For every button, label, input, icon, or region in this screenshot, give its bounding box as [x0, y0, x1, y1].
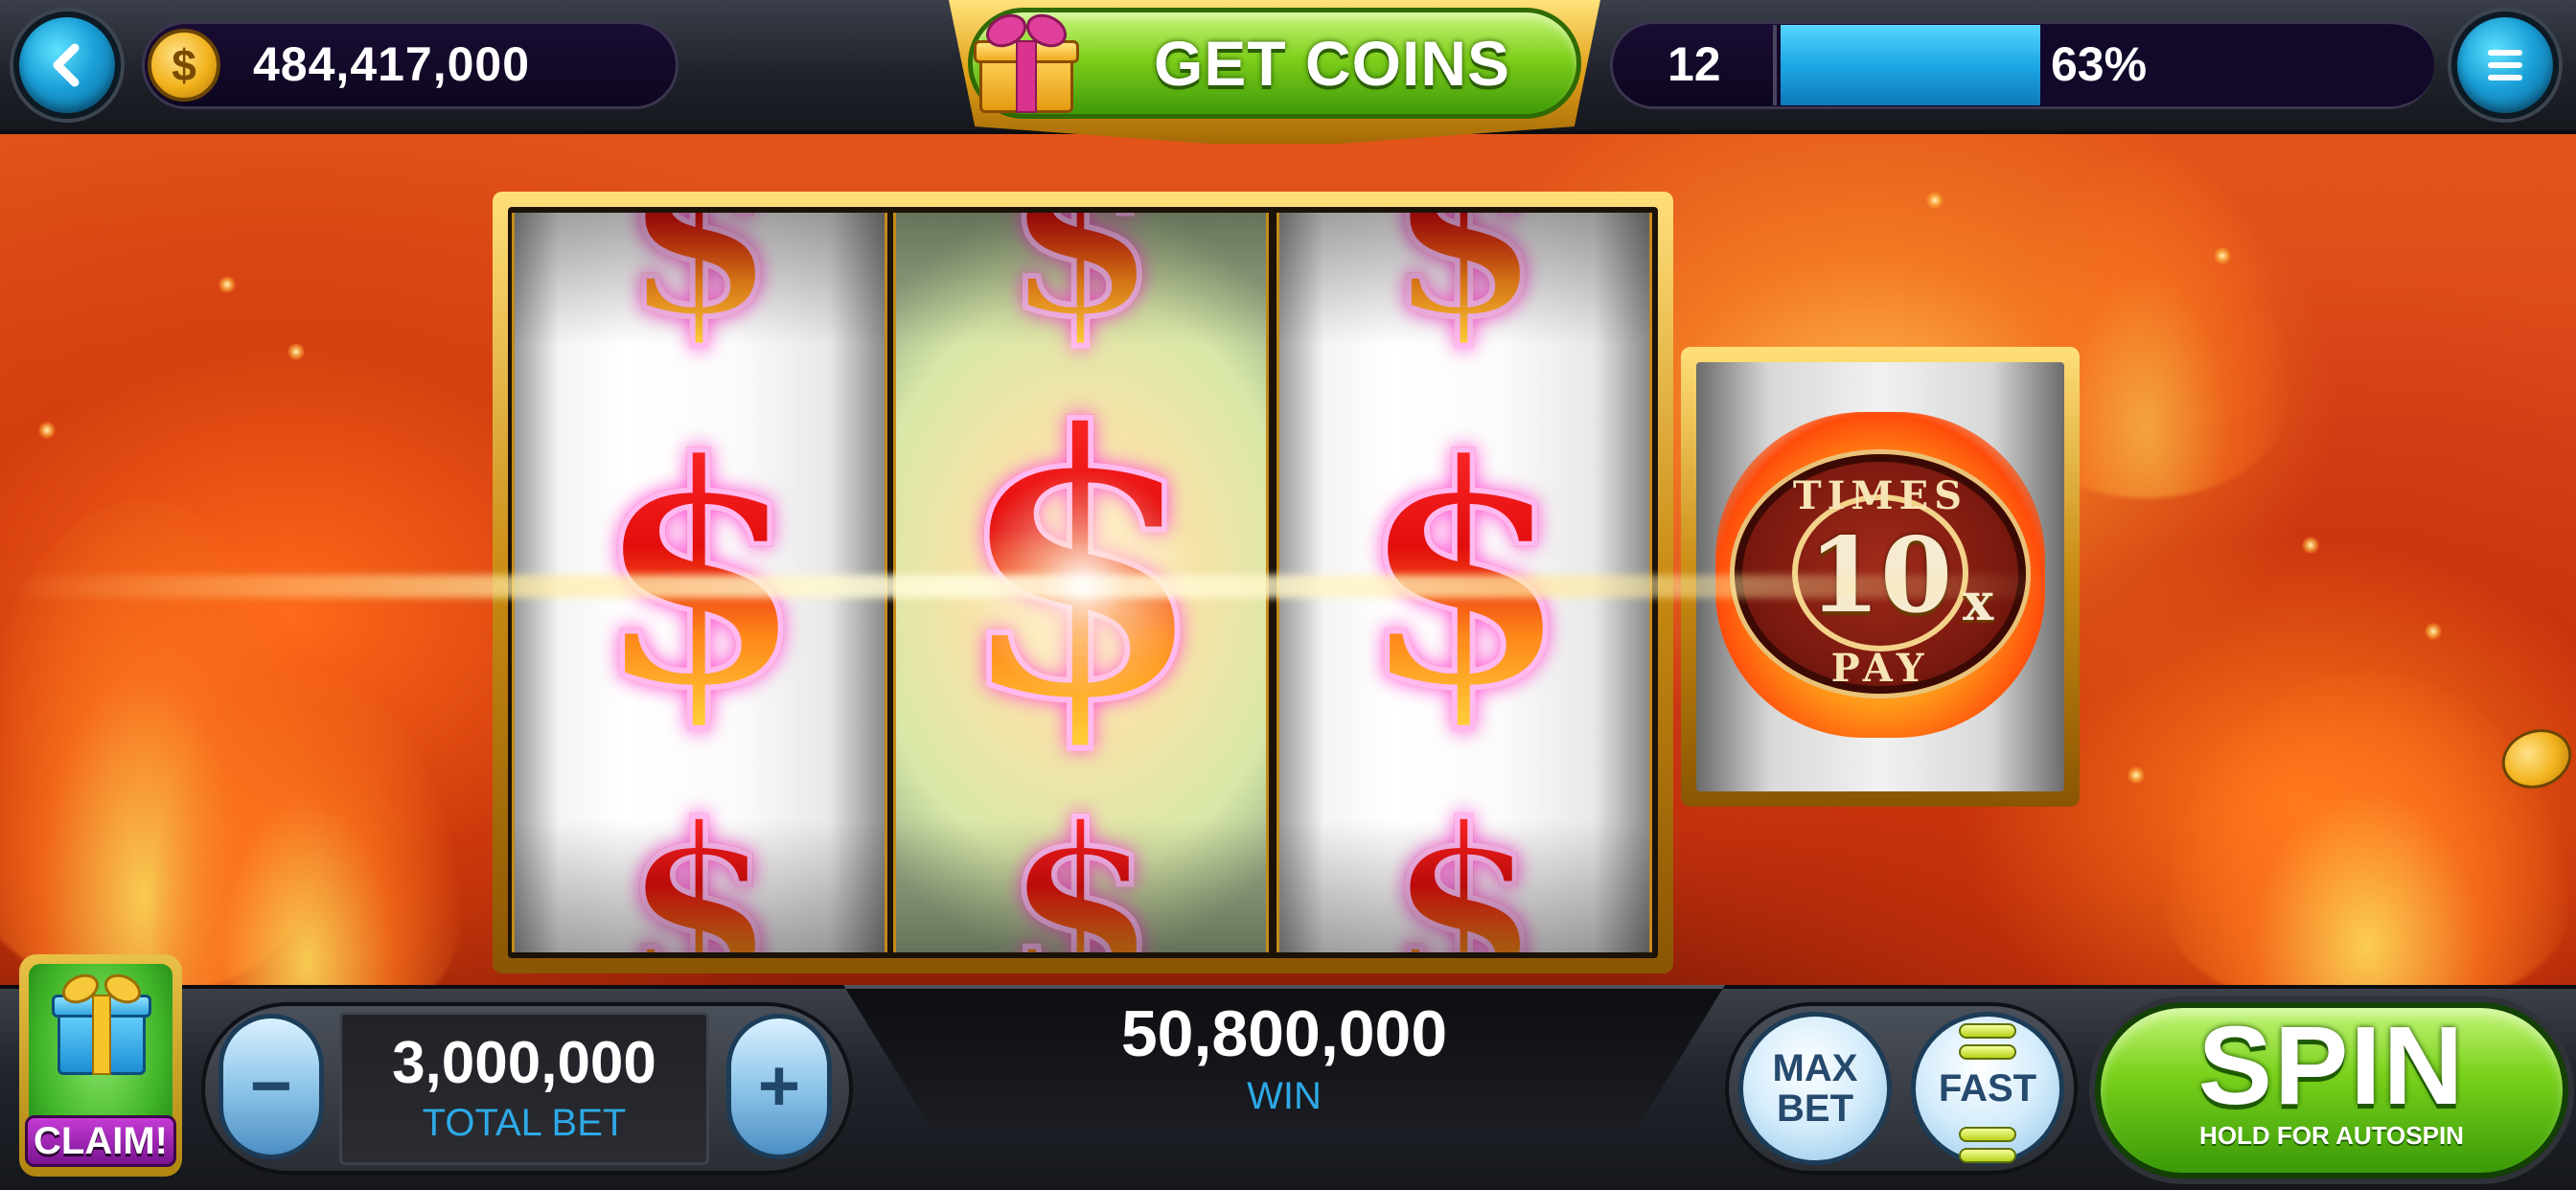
- max-bet-label-line1: MAX: [1772, 1047, 1858, 1089]
- total-bet-label: TOTAL BET: [422, 1102, 627, 1144]
- reel-symbol-dollar: $: [620, 213, 779, 350]
- coin-symbol: $: [172, 40, 196, 90]
- reel-symbol-dollar: $: [1385, 213, 1544, 350]
- fast-indicator-light: [1959, 1127, 2016, 1142]
- back-button[interactable]: [13, 11, 121, 119]
- menu-button[interactable]: [2451, 11, 2559, 119]
- reel-symbol-dollar: $: [620, 794, 779, 952]
- level-number: 12: [1668, 37, 1721, 91]
- multiplier-times-label: TIMES: [1792, 473, 1968, 518]
- gift-icon: [974, 8, 1079, 115]
- payline-glow: [0, 575, 2576, 598]
- win-amount: 50,800,000: [1120, 997, 1448, 1070]
- reel-symbol-dollar: $: [1001, 213, 1161, 350]
- ember-spark: [2214, 247, 2231, 264]
- coin-icon: $: [148, 29, 220, 102]
- back-chevron-icon: [53, 43, 80, 87]
- multiplier-pay-label: PAY: [1830, 646, 1930, 691]
- spin-autospin-hint: HOLD FOR AUTOSPIN: [2199, 1121, 2464, 1150]
- gift-ribbon: [92, 995, 111, 1075]
- xp-percent-label: 63%: [2050, 37, 2148, 91]
- ember-spark: [288, 343, 305, 360]
- ember-spark: [38, 422, 56, 439]
- ember-spark: [2128, 767, 2145, 784]
- xp-progress-fill: [1781, 25, 2040, 105]
- ember-spark: [218, 276, 236, 293]
- reel-symbol-dollar: $: [1001, 794, 1161, 952]
- claim-label[interactable]: CLAIM!: [25, 1115, 176, 1167]
- spin-label: SPIN: [2197, 1003, 2466, 1128]
- total-bet-value: 3,000,000: [392, 1030, 656, 1096]
- lens-flare: [958, 460, 1208, 709]
- menu-icon: [2488, 50, 2522, 80]
- ember-spark: [2302, 537, 2319, 554]
- max-bet-button[interactable]: MAX BET: [1738, 1012, 1892, 1165]
- fast-indicator-light: [1959, 1148, 2016, 1163]
- get-coins-label: GET COINS: [1153, 28, 1511, 99]
- ember-spark: [2425, 623, 2442, 640]
- fast-label: FAST: [1938, 1067, 2037, 1110]
- increase-bet-button[interactable]: +: [726, 1014, 832, 1159]
- fast-indicator-light: [1959, 1023, 2016, 1039]
- reel-symbol-dollar: $: [1385, 794, 1544, 952]
- decrease-bet-button[interactable]: −: [218, 1014, 324, 1159]
- max-bet-label-line2: BET: [1777, 1087, 1853, 1130]
- win-label: WIN: [1247, 1075, 1322, 1117]
- ember-spark: [1926, 192, 1944, 209]
- coin-balance: 484,417,000: [253, 37, 531, 91]
- fast-indicator-light: [1959, 1044, 2016, 1060]
